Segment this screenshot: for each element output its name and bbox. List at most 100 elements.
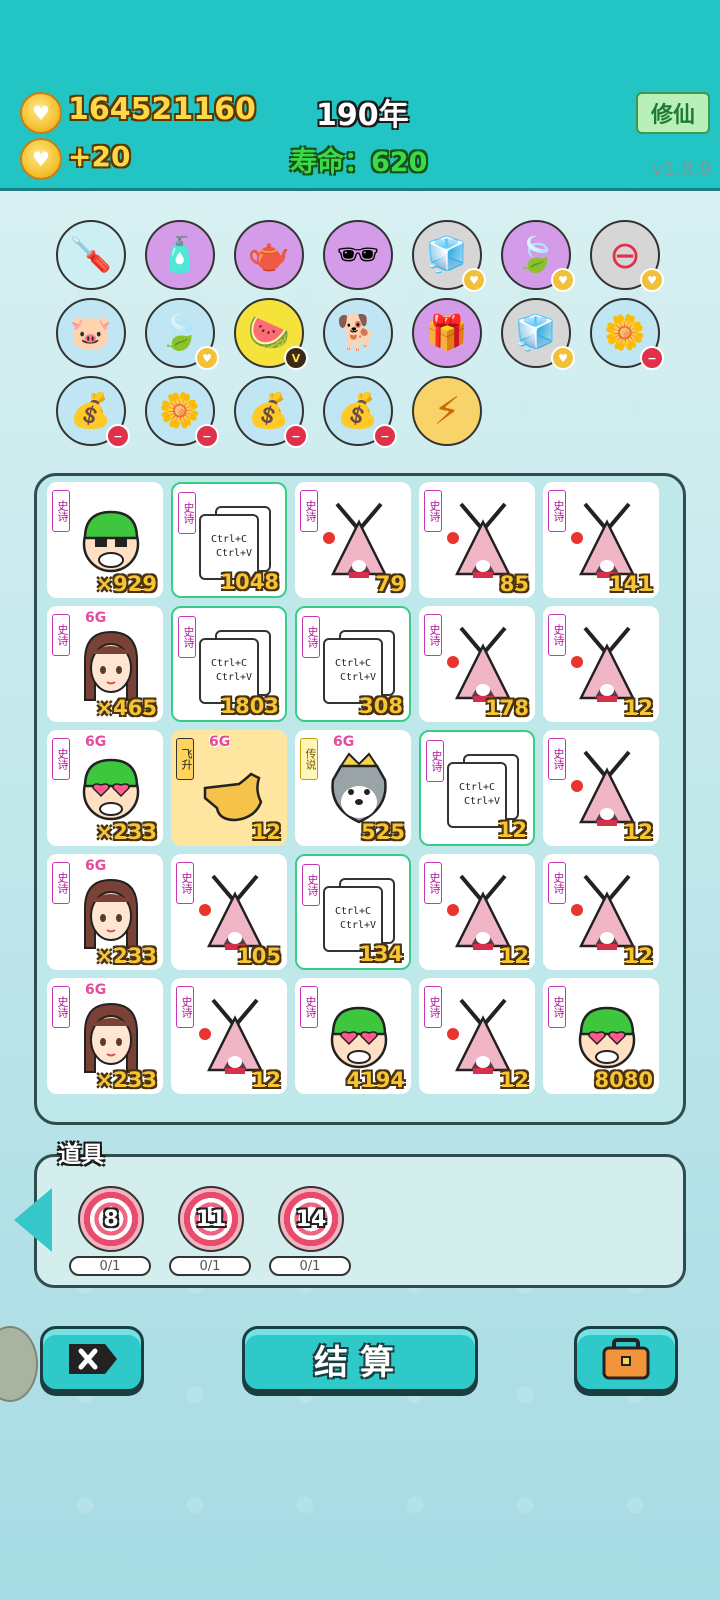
card-count: 12 [623,696,653,720]
leaf-icon[interactable]: 🍃 ♥ [145,298,219,370]
potted-flower-icon[interactable]: 🌼 − [145,376,219,448]
money-bag-icon[interactable]: 💰 − [323,376,397,448]
board-card[interactable]: 传说 6G 525 [295,730,411,846]
card-count: 12 [497,818,527,842]
card-count: 308 [359,694,403,718]
fruit-basket-icon[interactable]: 🍉 V [234,298,308,370]
guy-mask-icon [82,510,140,573]
heart-badge-icon: ♥ [551,268,575,292]
prop-progress: 0/1 [169,1256,251,1276]
xiuxian-button[interactable]: 修仙 [636,92,710,134]
money-bag-icon[interactable]: 💰 − [234,376,308,448]
board-card[interactable]: 史诗 178 [419,606,535,722]
leaf-icon[interactable]: 🍃 ♥ [501,220,575,292]
card-count: 141 [609,572,653,596]
rarity-tag: 史诗 [424,986,442,1028]
minus-badge-icon: − [195,424,219,448]
close-button[interactable] [40,1326,144,1392]
prop-target-11[interactable]: 11 [178,1186,244,1252]
husky-crown-icon [331,752,387,824]
paper-text: Ctrl+C [334,658,372,669]
prop-target-8[interactable]: 8 [78,1186,144,1252]
card-count: ×929 [95,572,157,596]
backpack-button[interactable] [574,1326,678,1392]
board-card[interactable]: 史诗 85 [419,482,535,598]
rarity-tag: 史诗 [176,862,194,904]
spray-bottle-icon[interactable]: 🧴 [145,220,215,290]
scroll-left-arrow-icon[interactable] [14,1188,52,1252]
board-card[interactable]: 史诗 12 [419,854,535,970]
purple-box-icon[interactable]: 🎁 [412,298,482,368]
money-bag-icon[interactable]: 💰 − [56,376,130,448]
board-card[interactable]: Ctrl+C Ctrl+V 史诗 1048 [171,482,287,598]
sugar-cubes-icon[interactable]: 🧊 ♥ [501,298,575,370]
prop-target-14[interactable]: 14 [278,1186,344,1252]
piggy-bank-icon[interactable]: 🐷 [56,298,126,368]
card-count: 79 [375,572,405,596]
version-label: v1.9.9 [652,158,712,180]
board-card[interactable]: Ctrl+C Ctrl+V 史诗 1803 [171,606,287,722]
guy-hearts-icon [330,1006,388,1069]
board-card[interactable]: 史诗 79 [295,482,411,598]
paper-text: Ctrl+C [210,534,248,545]
board-card[interactable]: 飞升 6G 12 [171,730,287,846]
6g-badge: 6G [209,734,231,750]
coin-icon: ♥ [20,92,62,134]
props-label: 道具 [58,1142,104,1168]
board-card[interactable]: 史诗 6G ×233 [47,730,163,846]
6g-badge: 6G [333,734,355,750]
avatar[interactable] [0,1326,38,1402]
rarity-tag: 史诗 [300,986,318,1028]
potted-flower-icon[interactable]: 🌼 − [590,298,664,370]
rabbit-tent-icon [447,874,512,950]
settle-button[interactable]: 结算 [242,1326,478,1392]
heart-badge-icon: ♥ [640,268,664,292]
board-card[interactable]: 史诗 12 [543,854,659,970]
card-count: 12 [499,1068,529,1092]
year-counter: 190年 [316,98,409,133]
card-count: 12 [623,820,653,844]
board-card[interactable]: 史诗 6G ×233 [47,978,163,1094]
rabbit-tent-icon [571,626,636,702]
board-card[interactable]: 史诗 141 [543,482,659,598]
rarity-tag: 史诗 [548,862,566,904]
sugar-cubes-icon[interactable]: 🧊 ♥ [412,220,486,292]
board-card[interactable]: 史诗 8080 [543,978,659,1094]
rarity-tag: 史诗 [548,490,566,532]
paper-text: Ctrl+V [215,672,253,683]
rarity-tag: 飞升 [176,738,194,780]
dog-sunglasses-icon[interactable]: 🐕 [323,298,393,368]
lightning-icon[interactable]: ⚡ [412,376,482,446]
hand-icon [203,772,263,822]
girl-icon [84,630,138,701]
rarity-tag: 史诗 [424,614,442,656]
board-card[interactable]: 史诗 6G ×233 [47,854,163,970]
board-card[interactable]: 史诗 105 [171,854,287,970]
board-card[interactable]: 史诗 12 [543,606,659,722]
sunglasses-peach-icon[interactable]: 🕶 [323,220,393,290]
board-card[interactable]: 史诗 12 [419,978,535,1094]
board-card[interactable]: 史诗 4194 [295,978,411,1094]
board-card[interactable]: Ctrl+C Ctrl+V 史诗 12 [419,730,535,846]
card-count: ×465 [95,696,157,720]
card-count: 12 [251,1068,281,1092]
board-card[interactable]: Ctrl+C Ctrl+V 史诗 134 [295,854,411,970]
lifespan-value: 620 [371,147,428,178]
board-card[interactable]: 史诗 12 [171,978,287,1094]
lifespan: 寿命：620 [290,140,427,179]
coin-icon: ♥ [20,138,62,180]
no-entry-icon[interactable]: ⊖ ♥ [590,220,664,292]
gravy-boat-icon[interactable]: 🫖 [234,220,304,290]
rarity-tag: 史诗 [52,738,70,780]
rarity-tag: 史诗 [52,862,70,904]
paper-text: Ctrl+C [334,906,372,917]
screwdriver-icon[interactable]: 🪛 [56,220,126,290]
girl-icon [84,878,138,949]
board-card[interactable]: Ctrl+C Ctrl+V 史诗 308 [295,606,411,722]
settle-label: 结算 [314,1342,406,1383]
board-card[interactable]: 史诗 6G ×465 [47,606,163,722]
rabbit-tent-icon [447,998,512,1074]
board-card[interactable]: 史诗 12 [543,730,659,846]
card-count: 525 [361,820,405,844]
board-card[interactable]: 史诗 ×929 [47,482,163,598]
